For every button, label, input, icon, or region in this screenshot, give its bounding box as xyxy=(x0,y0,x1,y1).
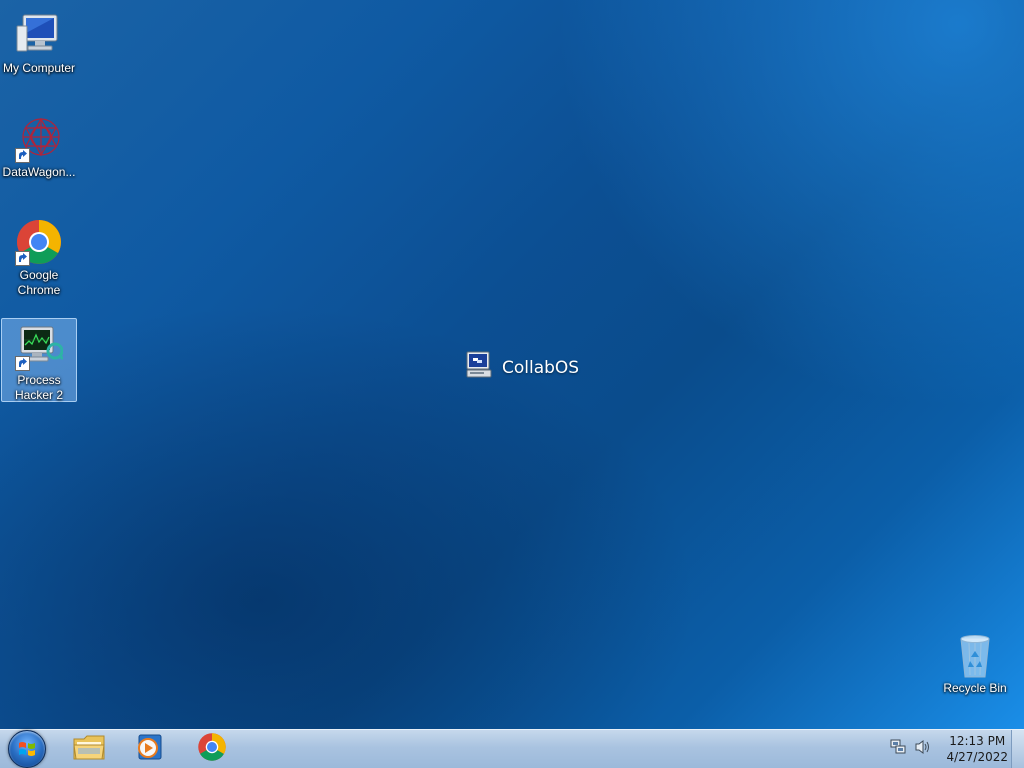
desktop-icon-datawagon[interactable]: DataWagon... xyxy=(1,110,77,181)
wallpaper-highlight xyxy=(524,0,1024,440)
folder-icon xyxy=(72,733,106,766)
desktop-icon-process-hacker[interactable]: Process Hacker 2 xyxy=(1,318,77,402)
desktop-icon-label: DataWagon... xyxy=(2,165,76,179)
recycle-bin-icon xyxy=(951,631,999,679)
system-tray: 12:13 PM 4/27/2022 xyxy=(890,730,1008,768)
desktop-icon-label: My Computer xyxy=(2,61,76,75)
taskbar-file-explorer[interactable] xyxy=(65,732,113,766)
shortcut-arrow-icon xyxy=(15,251,30,266)
chrome-icon xyxy=(15,218,63,266)
taskbar-media-player[interactable] xyxy=(125,732,173,766)
shortcut-arrow-icon xyxy=(15,148,30,163)
desktop-icon-my-computer[interactable]: My Computer xyxy=(1,6,77,77)
collabos-text: CollabOS xyxy=(502,357,580,378)
collabos-label: CollabOS xyxy=(466,351,579,384)
desktop-icon-label: Process Hacker 2 xyxy=(14,373,64,402)
clock[interactable]: 12:13 PM 4/27/2022 xyxy=(946,733,1008,765)
taskbar: 12:13 PM 4/27/2022 xyxy=(0,729,1024,768)
windows-logo-icon xyxy=(8,730,46,768)
desktop-icon-label: Google Chrome xyxy=(17,268,61,297)
desktop-icon-label: Recycle Bin xyxy=(943,681,1007,695)
computer-icon xyxy=(15,11,63,59)
datawagon-icon xyxy=(15,115,63,163)
process-hacker-icon xyxy=(15,323,65,371)
start-button[interactable] xyxy=(3,730,51,768)
network-icon[interactable] xyxy=(890,739,908,760)
terminal-computer-icon xyxy=(466,351,492,384)
desktop-icon-google-chrome[interactable]: Google Chrome xyxy=(1,213,77,299)
show-desktop-button[interactable] xyxy=(1011,730,1024,768)
chrome-icon xyxy=(197,732,227,767)
shortcut-arrow-icon xyxy=(15,356,30,371)
desktop[interactable]: My Computer DataWagon... Google Chrome P… xyxy=(0,0,1024,729)
speaker-icon[interactable] xyxy=(914,739,932,760)
clock-time: 12:13 PM xyxy=(949,734,1006,748)
taskbar-chrome[interactable] xyxy=(188,732,236,766)
media-player-icon xyxy=(134,732,164,767)
clock-date: 4/27/2022 xyxy=(946,750,1008,764)
desktop-icon-recycle-bin[interactable]: Recycle Bin xyxy=(937,626,1013,697)
